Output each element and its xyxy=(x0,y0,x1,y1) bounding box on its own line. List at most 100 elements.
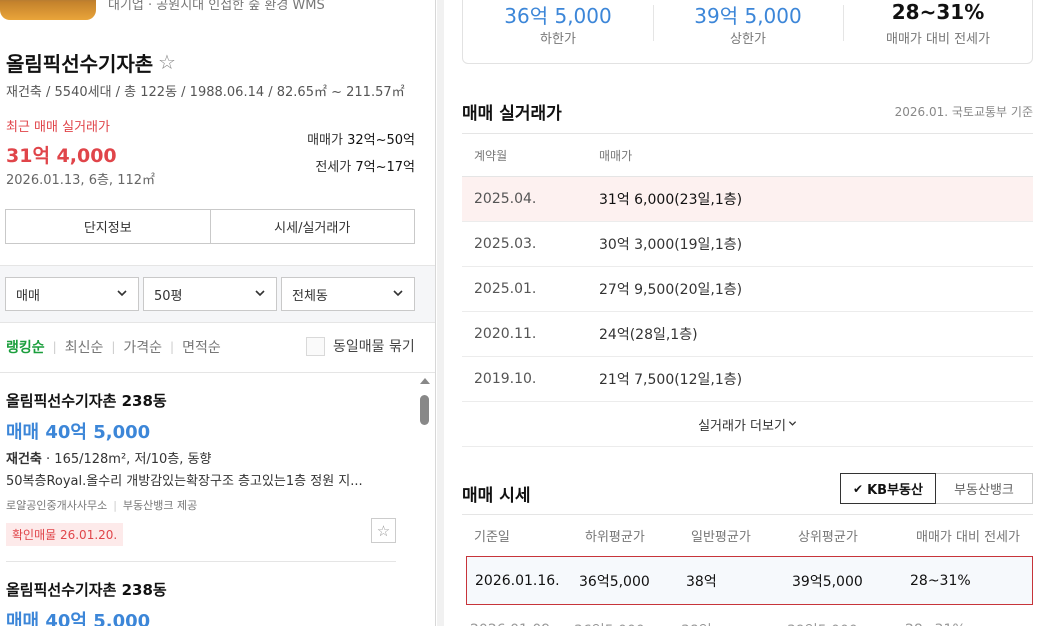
lower-price-stat: 36억 5,000 하한가 xyxy=(463,0,653,65)
trade-row[interactable]: 2025.03. 30억 3,000(19일,1층) xyxy=(462,222,1033,267)
listing-description: 50복층Royal.올수리 개방감있는확장구조 층고있는1층 정원 지... xyxy=(6,474,363,489)
listing-item[interactable]: 올림픽선수기자촌 238동 매매 40억 5,000 재건축 · 165/128… xyxy=(6,390,396,546)
listing-name: 올림픽선수기자촌 238동 xyxy=(6,392,167,410)
trade-row[interactable]: 2020.11. 24억(28일,1층) xyxy=(462,312,1033,357)
complex-meta: 재건축 / 5540세대 / 총 122동 / 1988.06.14 / 82.… xyxy=(6,85,405,100)
trade-rows: 2025.04. 31억 6,000(23일,1층) 2025.03. 30억 3,0… xyxy=(462,177,1033,402)
header-contract-month: 계약월 xyxy=(474,148,508,163)
complex-tabs: 단지정보 시세/실거래가 xyxy=(5,209,415,244)
jeonse-ratio-stat: 28~31% 매매가 대비 전세가 xyxy=(843,0,1033,65)
trade-month: 2025.03. xyxy=(474,236,537,252)
sort-separator: | xyxy=(170,340,175,354)
agent-separator: | xyxy=(113,499,117,512)
trade-price: 31억 6,000(23일,1층) xyxy=(599,192,743,208)
market-row-selected[interactable]: 2026.01.16. 36억5,000 38억 39억5,000 28~31% xyxy=(466,556,1033,605)
trade-type-select[interactable]: 매매 xyxy=(5,277,139,311)
trade-section-title: 매매 실거래가 xyxy=(462,104,562,124)
trade-table-header: 계약월 매매가 xyxy=(462,133,1033,177)
sort-ranking[interactable]: 랭킹순 xyxy=(6,337,45,357)
chevron-down-icon xyxy=(116,287,128,303)
price-panel: 36억 5,000 하한가 39억 5,000 상한가 28~31% 매매가 대… xyxy=(444,0,1056,626)
upper-price-stat: 39억 5,000 상한가 xyxy=(653,0,843,65)
size-select[interactable]: 50평 xyxy=(143,277,277,311)
tab-price-trades[interactable]: 시세/실거래가 xyxy=(209,210,415,243)
group-checkbox[interactable] xyxy=(306,336,325,356)
chevron-down-icon xyxy=(254,287,266,303)
tab-kb-realestate[interactable]: ✔ KB부동산 xyxy=(840,473,936,504)
market-avg: 38억 xyxy=(681,620,787,626)
sort-latest[interactable]: 최신순 xyxy=(65,337,104,357)
market-date: 2026.01.16. xyxy=(475,572,560,589)
sort-options: 랭킹순 | 최신순 | 가격순 | 면적순 xyxy=(6,337,221,357)
chevron-down-icon xyxy=(788,418,797,431)
dot-separator: · xyxy=(41,452,55,467)
market-low-avg: 36억5,000 xyxy=(574,620,681,626)
market-rows: 2026.01.16.36억5,00038억39억5,00028~31%2026… xyxy=(462,556,1033,626)
jeonse-price-range: 전세가 7억~17억 xyxy=(315,156,415,175)
market-low-avg: 36억5,000 xyxy=(579,573,650,590)
listing-scrollbar[interactable] xyxy=(418,378,432,626)
star-icon[interactable]: ☆ xyxy=(371,518,396,543)
verified-badge: 확인매물 26.01.20. xyxy=(6,523,124,546)
trade-price: 21억 7,500(12일,1층) xyxy=(599,372,743,388)
trade-row[interactable]: 2025.01. 27억 9,500(20일,1층) xyxy=(462,267,1033,312)
jeonse-range-label: 전세가 xyxy=(315,160,352,175)
favorite-star-icon[interactable]: ☆ xyxy=(158,50,176,74)
tab-bank-label: 부동산뱅크 xyxy=(954,483,1014,498)
trade-price: 30억 3,000(19일,1층) xyxy=(599,237,743,253)
trade-month: 2025.04. xyxy=(474,191,537,207)
group-label: 동일매물 묶기 xyxy=(333,339,415,355)
more-trades-button[interactable]: 실거래가 더보기 xyxy=(462,402,1033,447)
market-high-avg: 39억5,000 xyxy=(787,620,905,626)
more-trades-label: 실거래가 더보기 xyxy=(698,418,786,434)
scroll-up-arrow-icon[interactable] xyxy=(420,378,430,384)
trade-table: 계약월 매매가 2025.04. 31억 6,000(23일,1층) 2025.03… xyxy=(462,133,1033,447)
header-high-avg: 상위평균가 xyxy=(798,530,858,545)
tab-realestate-bank[interactable]: 부동산뱅크 xyxy=(936,473,1033,504)
header-jeonse-ratio: 매매가 대비 전세가 xyxy=(916,530,1020,545)
tab-complex-info[interactable]: 단지정보 xyxy=(6,210,210,243)
header-low-avg: 하위평균가 xyxy=(585,530,645,545)
market-date: 2026.01.09. xyxy=(462,622,574,626)
market-high-avg: 39억5,000 xyxy=(792,573,863,590)
jeonse-range-value: 7억~17억 xyxy=(355,160,415,175)
complex-name: 올림픽선수기자촌 xyxy=(6,52,154,76)
trade-row[interactable]: 2019.10. 21억 7,500(12일,1층) xyxy=(462,357,1033,402)
price-summary-box: 36억 5,000 하한가 39억 5,000 상한가 28~31% 매매가 대… xyxy=(462,0,1033,64)
trade-month: 2025.01. xyxy=(474,281,537,297)
top-strip: 대기업 · 공원지대 인접한 숲 환경 WMS xyxy=(0,0,435,22)
sort-separator: | xyxy=(52,340,57,354)
sale-range-label: 매매가 xyxy=(307,133,343,148)
provider-name: 부동산뱅크 제공 xyxy=(122,499,198,512)
listing-price: 매매 40억 5,000 xyxy=(6,422,151,443)
sort-price[interactable]: 가격순 xyxy=(123,337,162,357)
divider xyxy=(0,372,435,373)
lower-price-value: 36억 5,000 xyxy=(504,4,612,28)
trade-month: 2019.10. xyxy=(474,371,537,387)
lower-price-label: 하한가 xyxy=(540,32,576,47)
sale-price-range: 매매가 32억~50억 xyxy=(307,129,415,148)
market-jeonse-ratio: 28~31% xyxy=(905,622,1033,626)
panel-gutter xyxy=(437,0,444,626)
listing-item[interactable]: 올림픽선수기자촌 238동 매매 40억 5,000 xyxy=(6,579,396,626)
market-section-title: 매매 시세 xyxy=(462,486,531,506)
scroll-thumb[interactable] xyxy=(420,395,429,425)
complex-thumbnail[interactable] xyxy=(0,0,96,20)
group-same-listings[interactable]: 동일매물 묶기 xyxy=(306,336,415,356)
chevron-down-icon xyxy=(392,287,404,303)
trade-price: 24억(28일,1층) xyxy=(599,327,698,343)
trade-row[interactable]: 2025.04. 31억 6,000(23일,1층) xyxy=(462,177,1033,222)
listing-price: 매매 40억 5,000 xyxy=(6,611,151,626)
agent-name[interactable]: 로얄공인중개사사무소 xyxy=(6,499,107,512)
market-table-header: 기준일 하위평균가 일반평균가 상위평균가 매매가 대비 전세가 xyxy=(462,514,1033,556)
trade-source-note: 2026.01. 국토교통부 기준 xyxy=(894,105,1033,119)
market-table: 기준일 하위평균가 일반평균가 상위평균가 매매가 대비 전세가 2026.01… xyxy=(462,514,1033,626)
sort-area[interactable]: 면적순 xyxy=(182,337,221,357)
dong-value: 전체동 xyxy=(292,288,328,304)
complex-summary-text: 대기업 · 공원지대 인접한 숲 환경 WMS xyxy=(108,0,325,13)
trade-type-value: 매매 xyxy=(16,288,40,304)
dong-select[interactable]: 전체동 xyxy=(281,277,415,311)
listing-details: 165/128m², 저/10층, 동향 xyxy=(54,452,212,467)
market-row[interactable]: 2026.01.09.36억5,00038억39억5,00028~31% xyxy=(462,605,1033,626)
